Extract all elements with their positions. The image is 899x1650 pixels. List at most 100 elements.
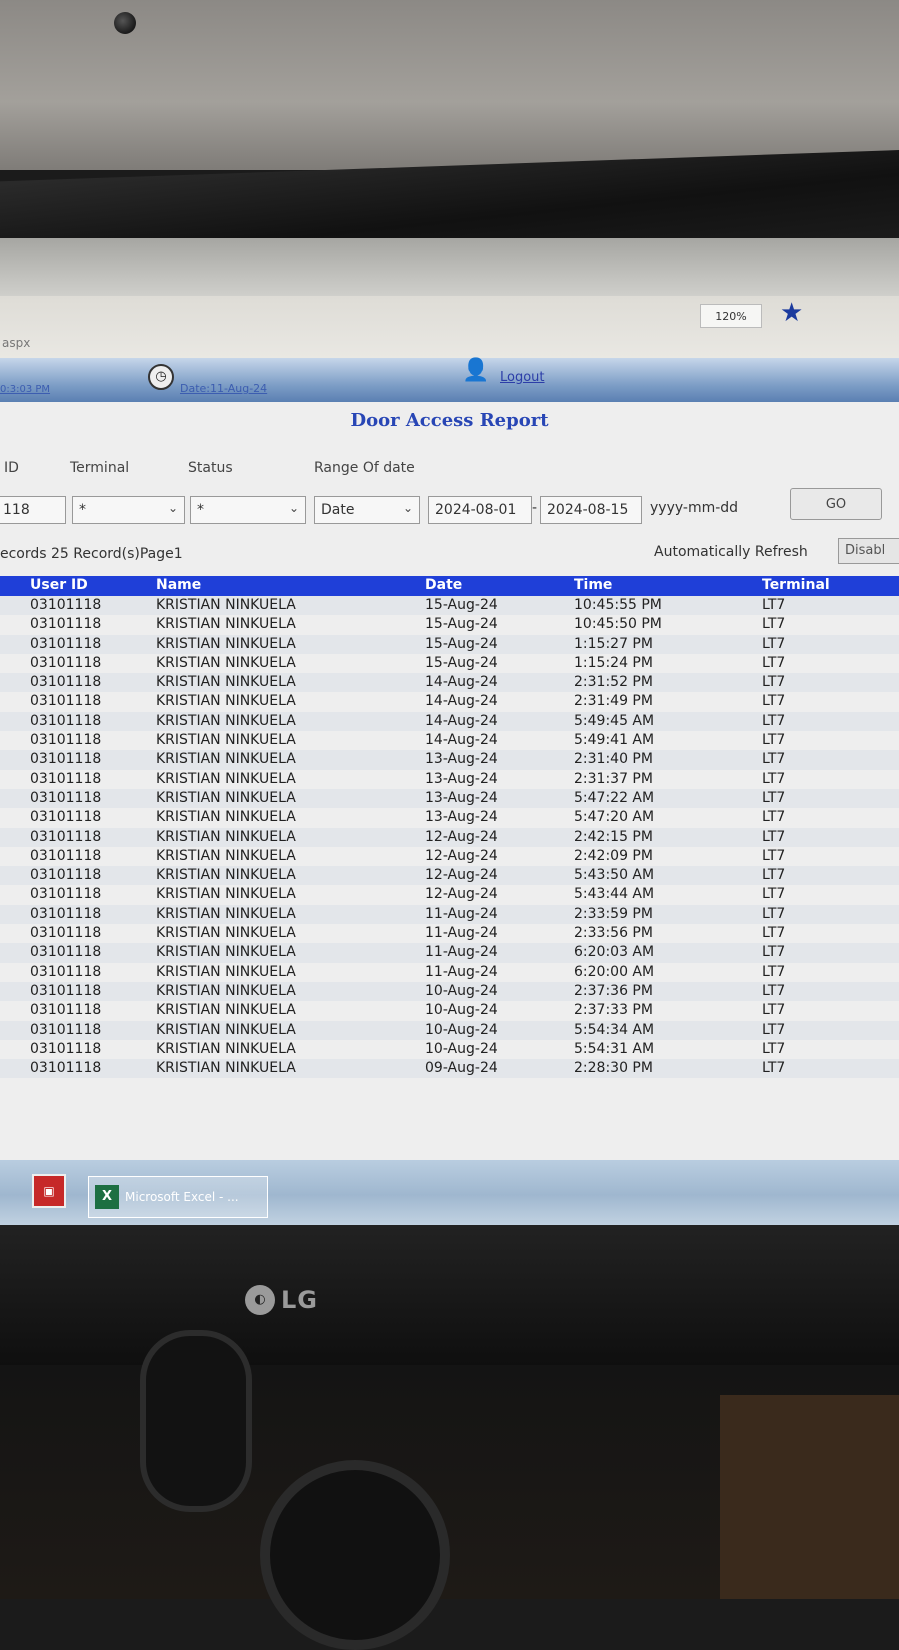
cell-user-id: 03101118 <box>30 789 102 806</box>
date-from-input[interactable]: 2024-08-01 <box>428 496 532 524</box>
cell-terminal: LT7 <box>762 770 786 787</box>
cell-name: KRISTIAN NINKUELA <box>156 925 296 942</box>
table-row[interactable]: 03101118 KRISTIAN NINKUELA 11-Aug-24 6:20:0… <box>0 963 899 982</box>
table-row[interactable]: 03101118 KRISTIAN NINKUELA 13-Aug-24 2:31:4… <box>0 750 899 770</box>
id-input-value: 118 <box>3 502 30 518</box>
column-header-name[interactable]: Name <box>156 577 201 593</box>
cell-time: 2:42:09 PM <box>574 847 653 864</box>
cell-user-id: 03101118 <box>30 712 102 729</box>
table-row[interactable]: 03101118 KRISTIAN NINKUELA 12-Aug-24 5:43:5… <box>0 866 899 886</box>
status-select[interactable]: * ⌄ <box>190 496 306 524</box>
cell-date: 15-Aug-24 <box>425 654 498 671</box>
table-row[interactable]: 03101118 KRISTIAN NINKUELA 15-Aug-24 1:15:2… <box>0 634 899 654</box>
table-row[interactable]: 03101118 KRISTIAN NINKUELA 10-Aug-24 2:37:3… <box>0 981 899 1002</box>
table-row[interactable]: 03101118 KRISTIAN NINKUELA 13-Aug-24 2:31:3… <box>0 770 899 789</box>
table-row[interactable]: 03101118 KRISTIAN NINKUELA 15-Aug-24 10:45:… <box>0 615 899 634</box>
table-row[interactable]: 03101118 KRISTIAN NINKUELA 14-Aug-24 5:49:4… <box>0 731 899 750</box>
terminal-select[interactable]: * ⌄ <box>72 496 185 524</box>
cell-date: 11-Aug-24 <box>425 905 498 922</box>
table-row[interactable]: 03101118 KRISTIAN NINKUELA 14-Aug-24 2:31:4… <box>0 692 899 711</box>
table-row[interactable]: 03101118 KRISTIAN NINKUELA 14-Aug-24 5:49:4… <box>0 711 899 732</box>
column-header-user-id[interactable]: User ID <box>30 577 88 593</box>
address-text[interactable]: aspx <box>2 336 30 350</box>
auto-refresh-select[interactable]: Disabl <box>838 538 899 564</box>
column-header-terminal[interactable]: Terminal <box>762 577 830 593</box>
date-to-value: 2024-08-15 <box>547 502 629 518</box>
watch-strap <box>140 1330 252 1512</box>
cell-user-id: 03101118 <box>30 770 102 787</box>
cell-name: KRISTIAN NINKUELA <box>156 886 296 903</box>
cell-time: 2:37:36 PM <box>574 982 653 999</box>
status-label: Status <box>188 460 233 476</box>
cell-terminal: LT7 <box>762 732 786 749</box>
cell-user-id: 03101118 <box>30 674 102 691</box>
cell-name: KRISTIAN NINKUELA <box>156 789 296 806</box>
column-header-date[interactable]: Date <box>425 577 462 593</box>
cell-user-id: 03101118 <box>30 963 102 980</box>
cell-user-id: 03101118 <box>30 847 102 864</box>
logout-link[interactable]: Logout <box>500 370 545 385</box>
cell-time: 2:33:59 PM <box>574 905 653 922</box>
taskbar-excel-button[interactable]: X Microsoft Excel - ... <box>88 1176 268 1218</box>
cell-name: KRISTIAN NINKUELA <box>156 597 296 613</box>
cell-user-id: 03101118 <box>30 635 102 652</box>
range-mode-select[interactable]: Date ⌄ <box>314 496 420 524</box>
id-input[interactable]: 118 <box>0 496 66 524</box>
cell-name: KRISTIAN NINKUELA <box>156 751 296 768</box>
zoom-level[interactable]: 120% <box>700 304 762 328</box>
table-row[interactable]: 03101118 KRISTIAN NINKUELA 10-Aug-24 5:54:3… <box>0 1020 899 1040</box>
table-row[interactable]: 03101118 KRISTIAN NINKUELA 13-Aug-24 5:47:2… <box>0 788 899 809</box>
table-row[interactable]: 03101118 KRISTIAN NINKUELA 11-Aug-24 6:20:0… <box>0 943 899 963</box>
cell-date: 15-Aug-24 <box>425 635 498 652</box>
cell-time: 2:31:49 PM <box>574 693 653 710</box>
cell-user-id: 03101118 <box>30 1021 102 1038</box>
go-button[interactable]: GO <box>790 488 882 520</box>
header-date-link[interactable]: Date:11-Aug-24 <box>180 382 267 395</box>
cell-terminal: LT7 <box>762 674 786 691</box>
cell-time: 1:15:27 PM <box>574 635 653 652</box>
cell-date: 10-Aug-24 <box>425 1002 498 1019</box>
table-row[interactable]: 03101118 KRISTIAN NINKUELA 15-Aug-24 1:15:2… <box>0 654 899 673</box>
table-row[interactable]: 03101118 KRISTIAN NINKUELA 12-Aug-24 2:42:0… <box>0 847 899 866</box>
cell-name: KRISTIAN NINKUELA <box>156 809 296 826</box>
cell-time: 2:31:37 PM <box>574 770 653 787</box>
clock-icon: ◷ <box>148 364 174 390</box>
table-row[interactable]: 03101118 KRISTIAN NINKUELA 15-Aug-24 10:45:… <box>0 596 899 616</box>
header-time-link[interactable]: 0:3:03 PM <box>0 384 50 395</box>
cell-terminal: LT7 <box>762 886 786 903</box>
table-row[interactable]: 03101118 KRISTIAN NINKUELA 09-Aug-24 2:28:3… <box>0 1059 899 1079</box>
table-row[interactable]: 03101118 KRISTIAN NINKUELA 10-Aug-24 5:54:3… <box>0 1040 899 1059</box>
access-table: User ID Name Date Time Terminal 03101118… <box>0 576 899 1079</box>
cell-name: KRISTIAN NINKUELA <box>156 616 296 633</box>
cell-name: KRISTIAN NINKUELA <box>156 732 296 749</box>
table-row[interactable]: 03101118 KRISTIAN NINKUELA 11-Aug-24 2:33:5… <box>0 924 899 943</box>
auto-refresh-label: Automatically Refresh <box>654 544 808 560</box>
cell-date: 14-Aug-24 <box>425 712 498 729</box>
cell-terminal: LT7 <box>762 712 786 729</box>
table-row[interactable]: 03101118 KRISTIAN NINKUELA 14-Aug-24 2:31:5… <box>0 673 899 693</box>
cell-date: 09-Aug-24 <box>425 1060 498 1077</box>
wall-screw <box>114 12 136 34</box>
lg-logo-icon: ◐ <box>245 1285 275 1315</box>
table-row[interactable]: 03101118 KRISTIAN NINKUELA 13-Aug-24 5:47:2… <box>0 808 899 827</box>
cell-user-id: 03101118 <box>30 597 102 613</box>
cell-time: 2:33:56 PM <box>574 925 653 942</box>
table-row[interactable]: 03101118 KRISTIAN NINKUELA 10-Aug-24 2:37:3… <box>0 1001 899 1020</box>
column-header-time[interactable]: Time <box>574 577 612 593</box>
cell-name: KRISTIAN NINKUELA <box>156 944 296 961</box>
range-mode-value: Date <box>321 502 355 518</box>
logout-icon[interactable]: 👤 <box>462 358 489 383</box>
cell-time: 5:47:22 AM <box>574 789 655 806</box>
cell-date: 13-Aug-24 <box>425 789 498 806</box>
cell-time: 5:49:41 AM <box>574 732 655 749</box>
date-to-input[interactable]: 2024-08-15 <box>540 496 642 524</box>
table-row[interactable]: 03101118 KRISTIAN NINKUELA 12-Aug-24 5:43:4… <box>0 885 899 904</box>
records-count: ecords 25 Record(s)Page1 <box>0 546 183 562</box>
cell-time: 5:43:44 AM <box>574 886 655 903</box>
table-row[interactable]: 03101118 KRISTIAN NINKUELA 12-Aug-24 2:42:1… <box>0 827 899 847</box>
table-row[interactable]: 03101118 KRISTIAN NINKUELA 11-Aug-24 2:33:5… <box>0 904 899 925</box>
cell-terminal: LT7 <box>762 1002 786 1019</box>
cell-time: 2:31:52 PM <box>574 674 653 691</box>
pdf-app-icon[interactable]: ▣ <box>32 1174 66 1208</box>
star-icon[interactable]: ★ <box>780 298 803 328</box>
